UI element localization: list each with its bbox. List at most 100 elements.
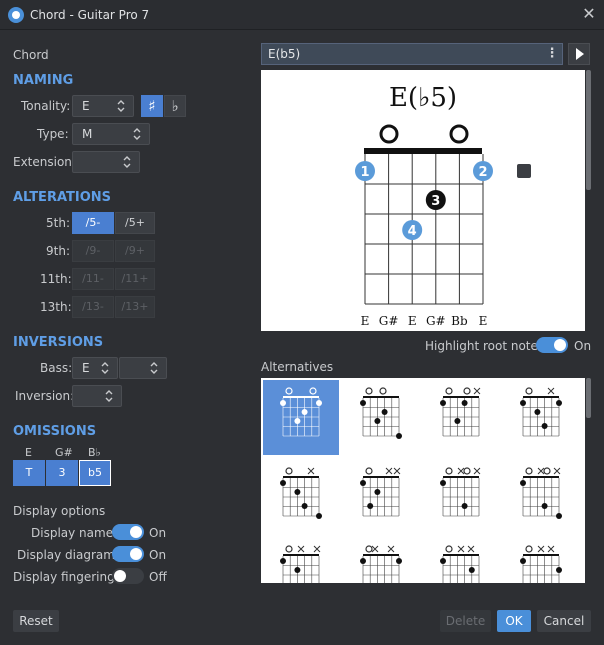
bass-note-select[interactable]: E — [72, 357, 118, 379]
updown-chevron-icon — [133, 128, 141, 140]
extension-select[interactable] — [72, 151, 140, 173]
display-options-header: Display options — [13, 504, 106, 518]
display-diagram-label: Display diagram: — [17, 548, 119, 562]
alternative-chord[interactable] — [520, 387, 562, 437]
svg-text:1: 1 — [360, 165, 369, 180]
display-fingering-toggle[interactable] — [112, 568, 144, 584]
sharp-button[interactable]: ♯ — [141, 95, 163, 117]
display-name-label: Display name: — [31, 526, 118, 540]
diagram-title: E(♭5) — [389, 83, 457, 113]
alternative-chord[interactable] — [440, 545, 480, 583]
reset-button[interactable]: Reset — [13, 610, 59, 632]
type-select[interactable]: M — [72, 123, 150, 145]
fretboard-grid — [364, 154, 484, 305]
inversions-header: INVERSIONS — [13, 335, 104, 350]
finger-1: 1 — [355, 161, 375, 181]
updown-chevron-icon — [101, 362, 109, 374]
svg-text:3: 3 — [431, 194, 440, 209]
alternative-chord[interactable] — [280, 467, 322, 519]
display-diagram-toggle[interactable] — [112, 546, 144, 562]
tonality-select[interactable]: E — [72, 95, 134, 117]
svg-text:G#: G# — [379, 314, 399, 328]
cancel-button[interactable]: Cancel — [537, 610, 591, 632]
play-button[interactable] — [568, 43, 590, 65]
display-fingering-state: Off — [149, 570, 167, 584]
alteration-13th-plus-button[interactable]: /13+ — [115, 296, 155, 318]
ok-button[interactable]: OK — [497, 610, 531, 632]
alterations-header: ALTERATIONS — [13, 190, 112, 205]
chord-diagram: E(♭5) 1 2 3 4 E G# E G# Bb E — [261, 70, 585, 331]
chord-name-field[interactable]: E(b5) — [261, 43, 563, 65]
window-title: Chord - Guitar Pro 7 — [30, 8, 150, 22]
highlight-root-label: Highlight root note: — [425, 339, 542, 353]
alternative-chord[interactable] — [440, 467, 481, 517]
alteration-label-5th: 5th: — [46, 216, 70, 230]
alternatives-scrollbar[interactable] — [586, 378, 591, 583]
omission-button-b5[interactable]: b5 — [79, 460, 111, 486]
open-string-marker — [379, 124, 399, 144]
alternative-chord[interactable] — [440, 387, 481, 437]
omission-note-label: E — [25, 446, 32, 459]
alternative-chord[interactable] — [280, 545, 321, 583]
omission-button-t[interactable]: T — [13, 460, 45, 486]
alteration-11th-minus-button[interactable]: /11- — [72, 268, 114, 290]
alternative-chord[interactable] — [360, 387, 402, 439]
inversion-label: Inversion: — [15, 389, 75, 403]
alteration-label-13th: 13th: — [40, 300, 72, 314]
play-icon — [576, 48, 584, 60]
svg-text:E: E — [479, 314, 488, 328]
flat-button[interactable]: ♭ — [164, 95, 186, 117]
alteration-5th-plus-button[interactable]: /5+ — [115, 212, 155, 234]
highlight-root-state: On — [574, 339, 592, 353]
app-icon — [8, 7, 24, 23]
alternatives-label: Alternatives — [261, 360, 334, 374]
diagram-scrollbar[interactable] — [586, 70, 591, 331]
color-swatch[interactable] — [517, 164, 531, 178]
alteration-5th-minus-button[interactable]: /5- — [72, 212, 114, 234]
open-string-marker — [449, 124, 469, 144]
updown-chevron-icon — [123, 156, 131, 168]
inversion-select[interactable] — [72, 385, 122, 407]
alternative-chord[interactable] — [520, 467, 562, 519]
delete-button[interactable]: Delete — [440, 610, 491, 632]
omission-note-label: B♭ — [88, 446, 101, 459]
tonality-label: Tonality: — [21, 99, 71, 113]
updown-chevron-icon — [105, 390, 113, 402]
highlight-root-toggle[interactable] — [536, 337, 568, 353]
naming-header: NAMING — [13, 73, 74, 88]
alteration-label-11th: 11th: — [40, 272, 72, 286]
display-fingering-label: Display fingering: — [13, 570, 119, 584]
alternative-chord[interactable] — [360, 545, 402, 583]
display-name-state: On — [149, 526, 167, 540]
finger-4: 4 — [402, 220, 423, 240]
display-diagram-state: On — [149, 548, 167, 562]
svg-text:4: 4 — [408, 224, 417, 239]
svg-text:E: E — [361, 314, 370, 328]
extension-label: Extension: — [13, 155, 76, 169]
updown-chevron-icon — [150, 362, 158, 374]
alternative-chord[interactable] — [520, 545, 562, 583]
alternative-chord[interactable] — [360, 467, 401, 517]
alteration-label-9th: 9th: — [46, 244, 70, 258]
finger-3: 3 — [425, 190, 446, 210]
alteration-9th-minus-button[interactable]: /9- — [72, 240, 114, 262]
string-notes: E G# E G# Bb E — [361, 314, 488, 328]
bass-accidental-select[interactable] — [119, 357, 167, 379]
alteration-11th-plus-button[interactable]: /11+ — [115, 268, 155, 290]
alternative-selected-highlight — [263, 380, 339, 455]
alteration-9th-plus-button[interactable]: /9+ — [115, 240, 155, 262]
svg-text:G#: G# — [426, 314, 446, 328]
omissions-header: OMISSIONS — [13, 424, 97, 439]
display-name-toggle[interactable] — [112, 524, 144, 540]
more-options-icon[interactable]: ⋮ — [541, 43, 563, 65]
alteration-13th-minus-button[interactable]: /13- — [72, 296, 114, 318]
svg-text:2: 2 — [478, 165, 487, 180]
svg-text:Bb: Bb — [451, 314, 468, 328]
close-icon[interactable]: ✕ — [580, 5, 598, 23]
svg-text:E: E — [408, 314, 417, 328]
omission-button-3[interactable]: 3 — [46, 460, 78, 486]
alternatives-list[interactable] — [261, 378, 585, 583]
nut — [364, 148, 482, 154]
updown-chevron-icon — [117, 100, 125, 112]
chord-label: Chord — [13, 48, 49, 62]
